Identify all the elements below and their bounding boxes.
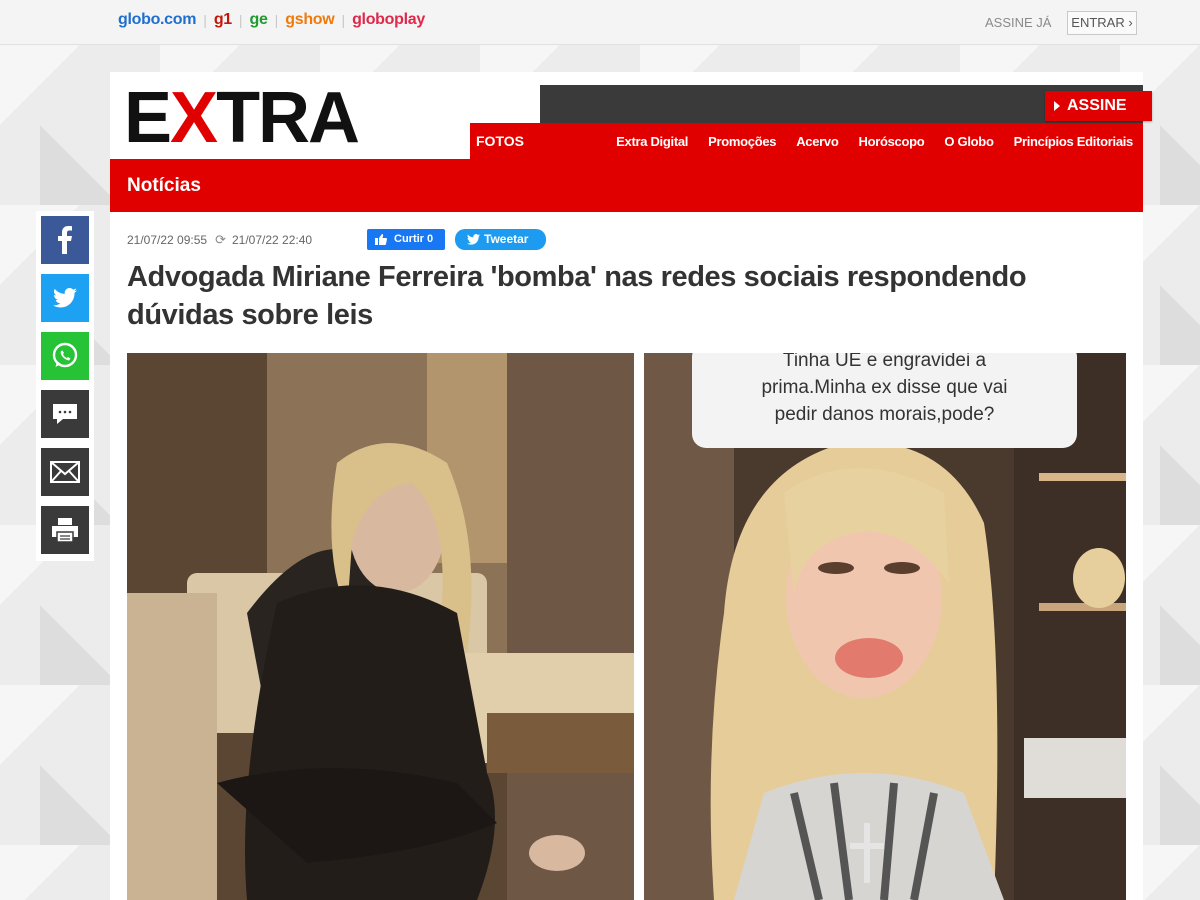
divider: | — [341, 12, 346, 28]
logo-diagonal — [450, 72, 470, 159]
link-gshow[interactable]: gshow — [285, 11, 334, 29]
like-label: Curtir 0 — [394, 233, 434, 245]
share-email-button[interactable] — [41, 448, 89, 496]
globo-top-bar: globo.com | g1 | ge | gshow | globoplay … — [0, 0, 1200, 45]
nav-principios-editoriais[interactable]: Princípios Editoriais — [1014, 134, 1134, 149]
thumbs-up-icon — [375, 234, 387, 245]
nav-promocoes[interactable]: Promoções — [708, 134, 776, 149]
main-card: EXTRA ASSINE FOTOS Extra Digital Promoçõ… — [110, 72, 1152, 900]
link-globoplay[interactable]: globoplay — [352, 11, 425, 29]
divider: | — [238, 12, 243, 28]
twitter-icon — [53, 288, 77, 308]
photo-woman-sitting — [127, 353, 634, 900]
whatsapp-icon — [52, 342, 78, 368]
extra-logo[interactable]: EXTRA — [124, 82, 360, 154]
facebook-like-button[interactable]: Curtir 0 — [367, 229, 445, 250]
link-globo-com[interactable]: globo.com — [118, 11, 196, 29]
logo-container[interactable]: EXTRA — [110, 72, 470, 159]
divider: | — [203, 12, 207, 28]
tweet-label: Tweetar — [484, 232, 529, 246]
story-question-box: Tinha UE e engravidei a prima.Minha ex d… — [692, 353, 1077, 428]
logo-letter-x: X — [170, 78, 218, 158]
divider: | — [274, 12, 279, 28]
email-icon — [50, 461, 80, 483]
photo-woman-story — [644, 353, 1126, 900]
share-facebook-button[interactable] — [41, 216, 89, 264]
article-meta: 21/07/22 09:55 ⟳ 21/07/22 22:40 — [127, 232, 312, 248]
article-headline: Advogada Miriane Ferreira 'bomba' nas re… — [127, 261, 1027, 331]
logo-letters-tra: TRA — [216, 78, 360, 158]
comment-icon — [53, 404, 77, 424]
share-print-button[interactable] — [41, 506, 89, 554]
share-twitter-button[interactable] — [41, 274, 89, 322]
story-question-line: prima.Minha ex disse que vai — [761, 377, 1008, 398]
nav-extra-digital[interactable]: Extra Digital — [616, 134, 688, 149]
link-ge[interactable]: ge — [250, 11, 268, 29]
nav-o-globo[interactable]: O Globo — [944, 134, 993, 149]
section-link-fotos[interactable]: FOTOS — [476, 133, 524, 149]
top-navigation: Extra Digital Promoções Acervo Horóscopo… — [616, 134, 1133, 149]
story-question-line: pedir danos morais,pode? — [774, 404, 995, 425]
assine-ja-link[interactable]: ASSINE JÁ — [985, 15, 1051, 30]
logo-letter-e: E — [124, 78, 172, 158]
globo-network-links: globo.com | g1 | ge | gshow | globoplay — [118, 11, 425, 29]
article-photo-right[interactable]: Tinha UE e engravidei a prima.Minha ex d… — [644, 353, 1126, 900]
article-photo-left[interactable] — [127, 353, 634, 900]
share-sidebar — [36, 211, 94, 561]
twitter-bird-icon — [467, 234, 480, 245]
nav-acervo[interactable]: Acervo — [796, 134, 839, 149]
tweet-button[interactable]: Tweetar — [455, 229, 546, 250]
section-title[interactable]: Notícias — [127, 175, 201, 197]
share-comment-button[interactable] — [41, 390, 89, 438]
share-whatsapp-button[interactable] — [41, 332, 89, 380]
updated-date: 21/07/22 22:40 — [231, 233, 313, 247]
story-question-line: Tinha UE e engravidei a — [782, 353, 987, 371]
facebook-icon — [58, 226, 72, 254]
assine-button[interactable]: ASSINE — [1045, 91, 1152, 121]
link-g1[interactable]: g1 — [214, 11, 232, 29]
nav-horoscopo[interactable]: Horóscopo — [859, 134, 925, 149]
print-icon — [52, 518, 78, 543]
published-date: 21/07/22 09:55 — [127, 233, 208, 247]
entrar-button[interactable]: ENTRAR › — [1067, 11, 1137, 35]
refresh-icon: ⟳ — [215, 232, 226, 247]
